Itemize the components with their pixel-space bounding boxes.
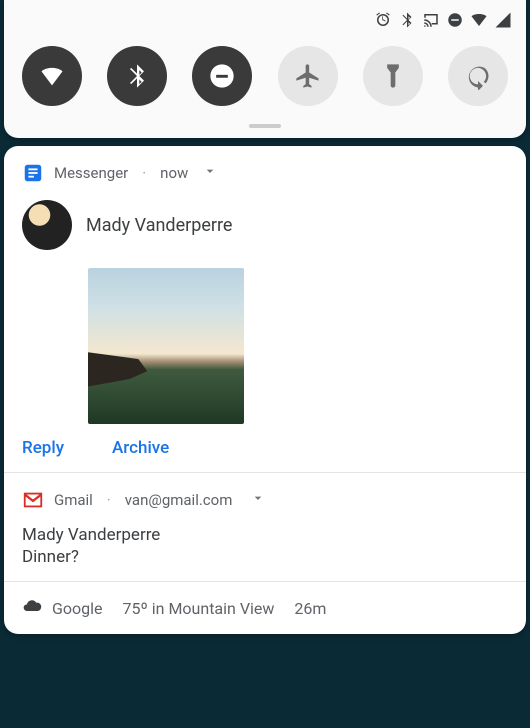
message-image-attachment[interactable] (88, 268, 244, 424)
bluetooth-toggle[interactable] (107, 46, 167, 106)
messenger-app-icon (22, 162, 44, 184)
app-name-label: Gmail (54, 491, 93, 509)
email-sender: Mady Vanderperre (22, 525, 508, 545)
reply-button[interactable]: Reply (22, 438, 64, 458)
notification-time: now (160, 164, 188, 182)
notification-header: Gmail van@gmail.com (22, 489, 508, 511)
separator-dot (103, 491, 115, 509)
flashlight-toggle[interactable] (363, 46, 423, 106)
gmail-app-icon (22, 489, 44, 511)
notification-header: Messenger now (22, 162, 508, 184)
dnd-icon (446, 11, 464, 29)
separator-dot (138, 164, 150, 182)
alarm-icon (374, 11, 392, 29)
rotate-toggle[interactable] (448, 46, 508, 106)
panel-drag-handle[interactable] (249, 124, 281, 128)
gmail-body: Mady Vanderperre Dinner? (22, 525, 508, 567)
quick-settings-toggles (14, 32, 516, 124)
weather-age: 26m (294, 599, 326, 618)
wifi-icon (470, 11, 488, 29)
weather-source: Google (52, 599, 103, 618)
app-name-label: Messenger (54, 164, 128, 182)
weather-row: Google 75º in Mountain View 26m (22, 596, 508, 620)
archive-button[interactable]: Archive (112, 438, 169, 458)
quick-settings-panel (4, 0, 526, 138)
cast-icon (422, 11, 440, 29)
sender-avatar (22, 200, 72, 250)
airplane-toggle[interactable] (278, 46, 338, 106)
wifi-toggle[interactable] (22, 46, 82, 106)
expand-chevron-icon[interactable] (202, 163, 218, 183)
notification-weather[interactable]: Google 75º in Mountain View 26m (4, 582, 526, 634)
notification-gmail[interactable]: Gmail van@gmail.com Mady Vanderperre Din… (4, 473, 526, 581)
notification-messenger[interactable]: Messenger now Mady Vanderperre Reply Arc… (4, 146, 526, 472)
dnd-toggle[interactable] (192, 46, 252, 106)
sender-row: Mady Vanderperre (22, 200, 508, 250)
email-subject: Dinner? (22, 547, 508, 567)
cloud-icon (22, 596, 42, 620)
weather-summary: 75º in Mountain View (123, 599, 275, 618)
signal-icon (494, 11, 512, 29)
bluetooth-icon (398, 11, 416, 29)
notification-shade: Messenger now Mady Vanderperre Reply Arc… (4, 146, 526, 634)
sender-name: Mady Vanderperre (86, 215, 232, 236)
expand-chevron-icon[interactable] (250, 490, 266, 510)
notification-actions: Reply Archive (22, 438, 508, 458)
status-bar (14, 8, 516, 32)
account-label: van@gmail.com (125, 491, 233, 509)
